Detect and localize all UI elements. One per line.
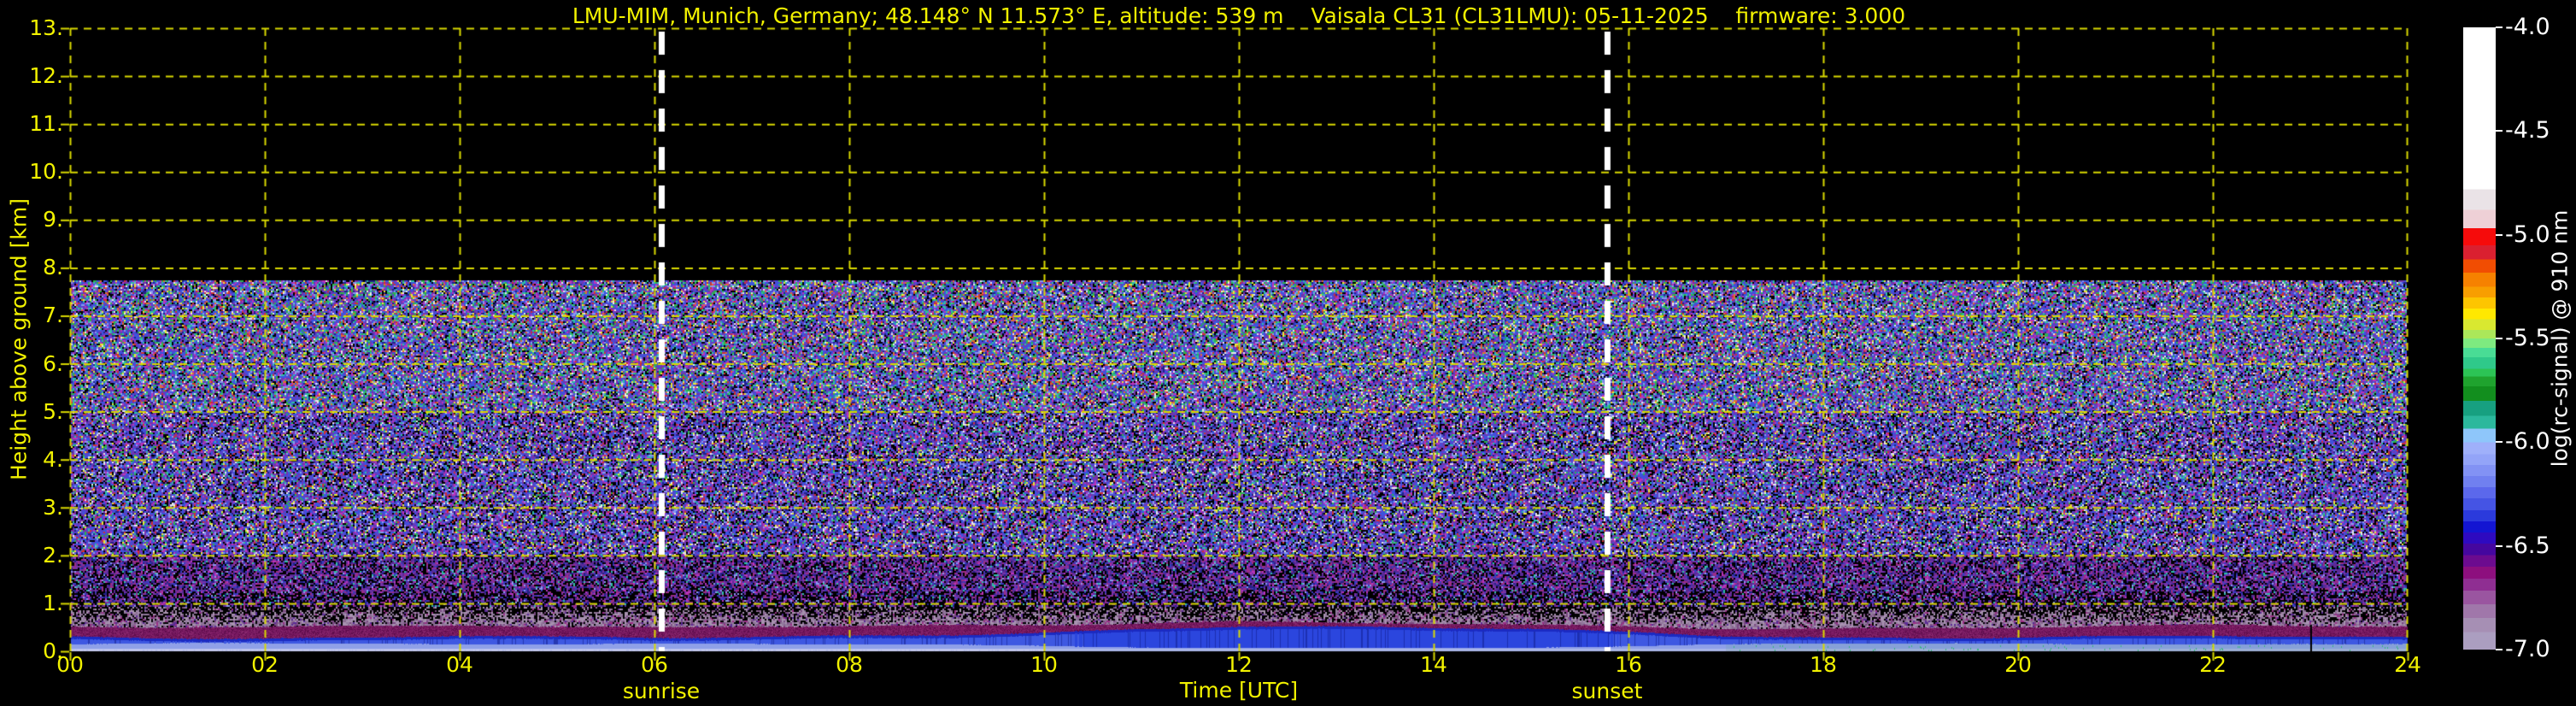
colorbar-tick-label: -5.5	[2505, 325, 2550, 351]
colorbar-tick-mark	[2496, 130, 2503, 132]
x-tick-label: 00	[56, 652, 84, 677]
y-tick-label: 3.	[43, 494, 63, 520]
y-tick-label: 9.	[43, 207, 63, 232]
colorbar-tick-mark	[2496, 26, 2503, 28]
x-tick-label: 24	[2394, 652, 2421, 677]
colorbar-tick-mark	[2496, 233, 2503, 236]
y-tick-label: 11.	[29, 111, 63, 137]
colorbar-tick-label: -6.5	[2505, 532, 2550, 559]
colorbar-tick-mark	[2496, 441, 2503, 444]
y-axis-label: Height above ground [km]	[6, 198, 32, 480]
x-tick-label: 04	[446, 652, 473, 677]
colorbar-tick-label: -4.0	[2505, 14, 2550, 40]
y-tick-label: 10.	[29, 159, 63, 185]
x-tick-label: 14	[1420, 652, 1447, 677]
colorbar-tick-label: -4.5	[2505, 117, 2550, 144]
x-tick-label: 12	[1225, 652, 1253, 677]
y-tick-label: 8.	[43, 255, 63, 280]
x-axis-label: Time [UTC]	[1179, 678, 1299, 703]
colorbar-tick-label: -7.0	[2505, 636, 2550, 662]
y-tick-label: 4.	[43, 446, 63, 472]
sunrise-label: sunrise	[622, 679, 701, 703]
x-tick-label: 16	[1615, 652, 1642, 677]
colorbar-tick-mark	[2496, 338, 2503, 339]
colorbar-tick-label: -6.0	[2505, 428, 2550, 456]
colorbar-tick-label: -5.0	[2505, 221, 2550, 248]
x-tick-label: 20	[2004, 652, 2032, 677]
colorbar-label: log(rc-signal) @ 910 nm	[2547, 209, 2573, 468]
page-title: LMU-MIM, Munich, Germany; 48.148° N 11.5…	[572, 3, 1906, 28]
x-tick-label: 18	[1810, 652, 1837, 677]
x-tick-label: 22	[2199, 652, 2227, 677]
x-tick-label: 10	[1030, 652, 1058, 677]
y-tick-label: 7.	[43, 303, 63, 328]
x-tick-label: 06	[641, 652, 668, 677]
ceilometer-plot-canvas	[0, 0, 2576, 706]
sunset-label: sunset	[1571, 679, 1643, 703]
y-tick-label: 6.	[43, 350, 63, 376]
ceilometer-quicklook-figure: LMU-MIM, Munich, Germany; 48.148° N 11.5…	[0, 0, 2576, 706]
y-tick-label: 13.	[29, 15, 63, 40]
colorbar-tick-mark	[2496, 544, 2503, 547]
colorbar-tick-mark	[2496, 649, 2503, 650]
y-tick-label: 0.	[43, 638, 63, 663]
y-tick-label: 2.	[43, 542, 63, 568]
y-tick-label: 1.	[43, 590, 63, 615]
y-tick-label: 12.	[29, 63, 63, 89]
x-tick-label: 08	[836, 652, 863, 677]
colorbar	[2463, 27, 2496, 650]
x-tick-label: 02	[251, 652, 279, 677]
y-tick-label: 5.	[43, 398, 63, 424]
